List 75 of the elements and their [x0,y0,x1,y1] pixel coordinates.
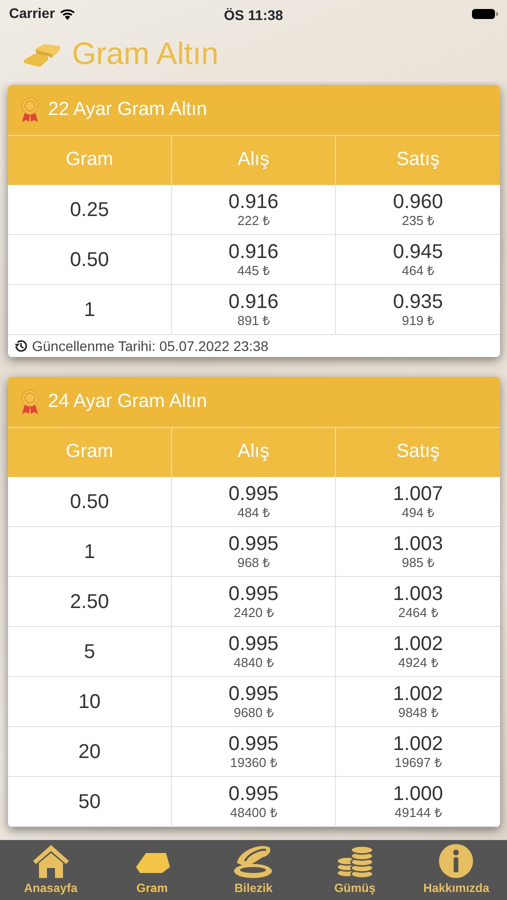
buy-rate: 0.916 [228,290,279,313]
buy-price: 968 ₺ [237,554,270,570]
table-title: 22 Ayar Gram Altın [48,98,208,122]
sell-rate: 1.003 [392,532,444,555]
gram-value: 1 [84,298,96,320]
bracelet-icon [233,843,274,879]
home-icon [30,843,71,879]
sell-price: 494 ₺ [402,504,434,520]
column-header: Alış [172,135,336,185]
tab-bar-item[interactable]: Gram [101,840,203,900]
buy-rate: 0.995 [228,732,279,755]
sell-price: 4924 ₺ [398,654,438,670]
sell-rate: 1.000 [392,782,444,805]
sell-rate: 0.935 [392,290,444,313]
buy-price: 445 ₺ [237,262,270,278]
gram-value: 0.25 [70,198,109,220]
table-title: 24 Ayar Gram Altın [48,390,208,414]
sell-price: 49144 ₺ [394,804,442,820]
buy-price: 9680 ₺ [234,704,274,720]
tab-bar-item[interactable]: Bilezik [202,840,304,900]
battery-icon [472,8,498,20]
sell-rate: 0.945 [392,240,444,263]
sell-rate: 0.960 [392,190,444,213]
gram-value: 1 [84,540,96,562]
tab-bar-item[interactable]: Anasayfa [0,840,102,900]
gram-value: 20 [78,740,101,762]
buy-price: 2420 ₺ [234,604,274,620]
sell-rate: 1.007 [392,482,444,505]
gram-value: 0.50 [70,490,109,512]
info-icon [437,843,476,879]
sell-price: 464 ₺ [402,262,434,278]
sell-price: 2464 ₺ [398,604,438,620]
buy-rate: 0.995 [228,482,279,505]
column-header: Alış [172,427,336,477]
sell-price: 235 ₺ [402,212,434,228]
medal-icon [20,97,40,123]
buy-rate: 0.995 [228,682,279,705]
tab-bar-item[interactable]: Hakkımızda [406,840,507,900]
wifi-icon [58,8,76,20]
carrier-name: Carrier [9,4,55,23]
history-icon [14,339,28,353]
sell-rate: 1.003 [392,582,444,605]
sell-price: 9848 ₺ [398,704,438,720]
column-header: Gram [8,427,172,477]
column-header: Satış [336,427,500,477]
sell-price: 19697 ₺ [394,754,442,770]
medal-icon [20,389,40,415]
gram-value: 2.50 [70,590,109,612]
buy-rate: 0.916 [228,190,279,213]
update-date: Güncellenme Tarihi: 05.07.2022 23:38 [32,336,268,356]
buy-price: 222 ₺ [237,212,270,228]
buy-price: 891 ₺ [237,312,270,328]
column-header: Satış [336,135,500,185]
clock: ÖS 11:38 [224,6,284,25]
buy-rate: 0.916 [228,240,279,263]
sell-rate: 1.002 [392,632,444,655]
buy-price: 19360 ₺ [230,754,277,770]
sell-rate: 1.002 [392,732,444,755]
sell-price: 919 ₺ [402,312,434,328]
gram-value: 10 [78,690,101,712]
buy-rate: 0.995 [228,532,279,555]
buy-price: 4840 ₺ [234,654,274,670]
buy-rate: 0.995 [228,582,279,605]
buy-price: 484 ₺ [237,504,270,520]
tab-bar-item[interactable]: Gümüş [304,840,406,900]
buy-rate: 0.995 [228,782,279,805]
sell-price: 985 ₺ [402,554,434,570]
column-header: Gram [8,135,172,185]
page-title: Gram Altın [72,35,218,74]
buy-rate: 0.995 [228,632,279,655]
gram-value: 50 [78,790,101,812]
buy-price: 48400 ₺ [230,804,277,820]
gram-value: 0.50 [70,248,109,270]
sell-rate: 1.002 [392,682,444,705]
gram-value: 5 [84,640,96,662]
